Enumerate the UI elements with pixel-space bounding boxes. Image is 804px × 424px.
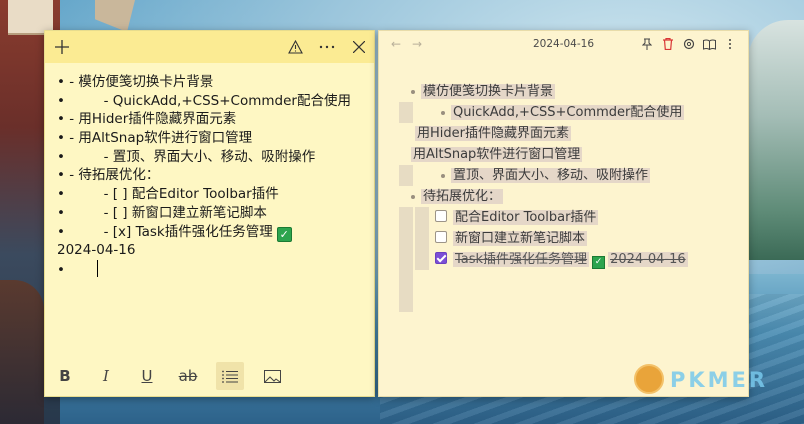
reading-view-icon[interactable]: [702, 37, 716, 51]
note-line: • - [ ] 配合Editor Toolbar插件: [57, 185, 364, 204]
task-text: 配合Editor Toolbar插件: [453, 210, 599, 225]
bullet-dot: [441, 110, 445, 115]
note-editor[interactable]: • - 模仿便笺切换卡片背景 • - QuickAdd,+CSS+Commder…: [57, 73, 364, 279]
bullet-dot: [441, 173, 445, 178]
task-text: 新窗口建立新笔记脚本: [453, 231, 588, 246]
line-text: [x] Task插件强化任务管理: [112, 223, 273, 240]
indent-guide: [415, 207, 429, 270]
note-line: • - QuickAdd,+CSS+Commder配合使用: [57, 92, 364, 111]
text-cursor: [96, 259, 98, 277]
format-toolbar: B I U ab: [45, 354, 374, 396]
note-line: • - [x] Task插件强化任务管理 ✓: [57, 223, 364, 242]
list-item-text: 置顶、界面大小、移动、吸附操作: [451, 168, 651, 183]
task-item: 配合Editor Toolbar插件: [435, 207, 599, 228]
line-prefix: • -: [57, 130, 79, 147]
note-line: • - 置顶、界面大小、移动、吸附操作: [57, 148, 364, 167]
list-item: 用Hider插件隐藏界面元素: [415, 123, 571, 144]
line-prefix: • -: [57, 223, 113, 240]
list-item: 待拓展优化：: [411, 186, 504, 207]
plus-icon: [55, 40, 69, 54]
list-item-text: 用Hider插件隐藏界面元素: [415, 126, 571, 141]
list-item: 模仿便笺切换卡片背景: [411, 81, 556, 102]
line-prefix: • -: [57, 92, 113, 109]
task-item-done: Task插件强化任务管理 ✓ 2024-04-16: [435, 249, 688, 270]
image-icon: [263, 369, 281, 383]
note-titlebar[interactable]: [45, 31, 374, 63]
indent-guide: [399, 102, 413, 123]
indent-guide: [399, 207, 413, 312]
list-icon: [222, 370, 238, 383]
watermark-brand: PKMER: [670, 368, 769, 392]
list-item: QuickAdd,+CSS+Commder配合使用: [441, 102, 685, 123]
note-line: • - [ ] 新窗口建立新笔记脚本: [57, 204, 364, 223]
ellipsis-icon: [319, 45, 335, 49]
task-checkbox[interactable]: [435, 210, 447, 222]
bullet-list-button[interactable]: [216, 362, 244, 390]
task-text: Task插件强化任务管理: [453, 252, 590, 267]
add-note-button[interactable]: [51, 36, 73, 58]
sticky-note-window: • - 模仿便笺切换卡片背景 • - QuickAdd,+CSS+Commder…: [44, 30, 375, 397]
list-item-text: 用AltSnap软件进行窗口管理: [411, 147, 583, 162]
note-line: • - 用Hider插件隐藏界面元素: [57, 110, 364, 129]
task-done-date: 2024-04-16: [608, 252, 688, 267]
line-prefix: • -: [57, 186, 113, 203]
indent-guide: [399, 165, 413, 186]
preview-window: ← → 2024-04-16 模仿便笺切换卡片背景 QuickAdd,+CSS+…: [378, 30, 749, 397]
list-item: 用AltSnap软件进行窗口管理: [411, 144, 583, 165]
preview-header: ← → 2024-04-16: [379, 31, 748, 59]
list-item-text: 模仿便笺切换卡片背景: [421, 84, 556, 99]
pkmer-logo-icon: [634, 364, 664, 394]
line-prefix: • -: [57, 74, 79, 90]
line-prefix: •: [57, 261, 65, 278]
line-text: [ ] 配合Editor Toolbar插件: [112, 186, 279, 203]
line-text: 用Hider插件隐藏界面元素: [78, 111, 237, 128]
note-line: • - 用AltSnap软件进行窗口管理: [57, 129, 364, 148]
bold-button[interactable]: B: [51, 362, 79, 390]
line-prefix: • -: [57, 111, 79, 128]
settings-icon[interactable]: [682, 37, 696, 51]
italic-button[interactable]: I: [92, 362, 120, 390]
check-mark-emoji-icon: ✓: [592, 256, 606, 269]
line-prefix: • -: [57, 148, 113, 165]
warning-button[interactable]: [284, 36, 306, 58]
delete-icon[interactable]: [661, 37, 675, 51]
wallpaper-rock: [0, 280, 44, 424]
line-text: 模仿便笺切换卡片背景: [78, 74, 214, 90]
close-icon: [353, 41, 365, 53]
list-item: 置顶、界面大小、移动、吸附操作: [441, 165, 651, 186]
list-item-text: QuickAdd,+CSS+Commder配合使用: [451, 105, 685, 120]
close-button[interactable]: [348, 36, 370, 58]
bullet-dot: [411, 194, 415, 199]
check-mark-emoji-icon: ✓: [276, 226, 292, 242]
task-checkbox[interactable]: [435, 231, 447, 243]
more-options-button[interactable]: [316, 36, 338, 58]
insert-image-button[interactable]: [258, 362, 286, 390]
line-prefix: • -: [57, 167, 79, 184]
note-line: • - 待拓展优化：: [57, 166, 364, 185]
underline-button[interactable]: U: [133, 362, 161, 390]
task-checkbox-checked[interactable]: [435, 252, 447, 264]
note-line: • - 模仿便笺切换卡片背景: [57, 73, 364, 92]
more-vertical-icon[interactable]: [723, 37, 737, 51]
warning-icon: [287, 40, 303, 54]
note-line: •: [57, 259, 364, 279]
pin-icon[interactable]: [640, 37, 654, 51]
note-line: 2024-04-16: [57, 241, 364, 260]
line-text: 待拓展优化：: [78, 167, 160, 184]
line-text: QuickAdd,+CSS+Commder配合使用: [112, 92, 351, 109]
line-text: [ ] 新窗口建立新笔记脚本: [112, 204, 267, 221]
list-item-text: 待拓展优化：: [421, 189, 504, 204]
task-item: 新窗口建立新笔记脚本: [435, 228, 588, 249]
line-text: 置顶、界面大小、移动、吸附操作: [112, 148, 316, 165]
bullet-dot: [411, 89, 415, 94]
line-text: 用AltSnap软件进行窗口管理: [78, 130, 253, 147]
strikethrough-button[interactable]: ab: [174, 362, 202, 390]
line-prefix: • -: [57, 204, 113, 221]
note-date: 2024-04-16: [57, 242, 136, 259]
wallpaper-island: [748, 20, 804, 260]
